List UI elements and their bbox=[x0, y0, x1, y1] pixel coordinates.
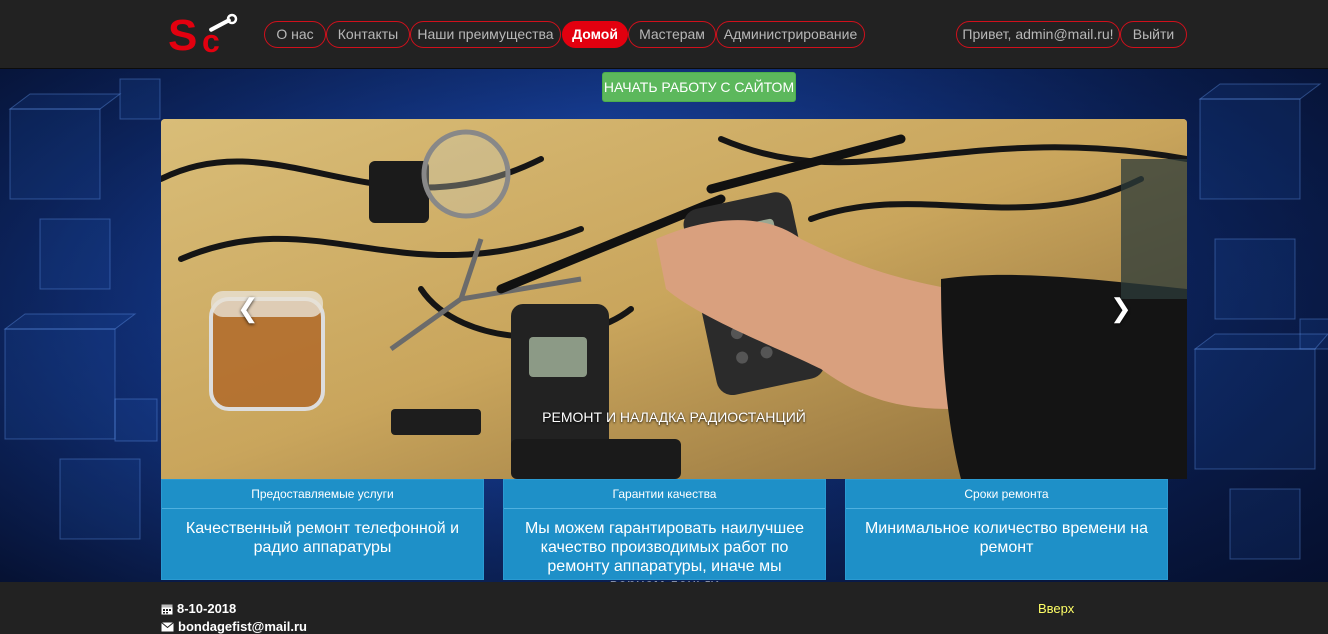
nav-masters[interactable]: Мастерам bbox=[628, 21, 716, 48]
scroll-up-link[interactable]: Вверх bbox=[1038, 601, 1074, 616]
feature-title: Гарантии качества bbox=[504, 480, 825, 509]
feature-box-quality: Гарантии качества Мы можем гарантировать… bbox=[503, 479, 826, 594]
carousel-next-button[interactable]: ❯ bbox=[1110, 295, 1132, 321]
site-logo[interactable]: S c bbox=[168, 11, 242, 60]
nav-about[interactable]: О нас bbox=[264, 21, 326, 48]
slide-photo bbox=[161, 119, 1187, 479]
chevron-right-icon: ❯ bbox=[1110, 293, 1132, 323]
feature-text: Качественный ремонт телефонной и радио а… bbox=[185, 520, 460, 556]
logo-s-glyph: S bbox=[168, 12, 197, 56]
page-footer: 8-10-2018 bondagefist@mail.ru Вверх bbox=[0, 582, 1328, 634]
calendar-icon bbox=[161, 604, 173, 614]
footer-email: bondagefist@mail.ru bbox=[161, 619, 307, 634]
slide-caption: РЕМОНТ И НАЛАДКА РАДИОСТАНЦИЙ bbox=[542, 409, 806, 425]
feature-title: Предоставляемые услуги bbox=[162, 480, 483, 509]
feature-box-services: Предоставляемые услуги Качественный ремо… bbox=[161, 479, 484, 580]
feature-text: Минимальное количество времени на ремонт bbox=[864, 520, 1149, 556]
nav-advantages[interactable]: Наши преимущества bbox=[410, 21, 561, 48]
start-work-button[interactable]: НАЧАТЬ РАБОТУ С САЙТОМ bbox=[602, 72, 796, 102]
envelope-icon bbox=[161, 621, 174, 631]
logout-button[interactable]: Выйти bbox=[1120, 21, 1187, 48]
top-navbar: S c О нас Контакты Наши преимущества Дом… bbox=[0, 0, 1328, 69]
carousel-prev-button[interactable]: ❮ bbox=[237, 295, 259, 321]
nav-administration[interactable]: Администрирование bbox=[716, 21, 865, 48]
chevron-left-icon: ❮ bbox=[237, 293, 259, 323]
footer-date-text: 8-10-2018 bbox=[177, 601, 237, 616]
feature-box-timing: Сроки ремонта Минимальное количество вре… bbox=[845, 479, 1168, 580]
nav-contacts[interactable]: Контакты bbox=[326, 21, 410, 48]
footer-email-text[interactable]: bondagefist@mail.ru bbox=[178, 619, 307, 634]
image-carousel: ❮ ❯ РЕМОНТ И НАЛАДКА РАДИОСТАНЦИЙ bbox=[161, 119, 1187, 479]
footer-date: 8-10-2018 bbox=[161, 601, 236, 616]
feature-title: Сроки ремонта bbox=[846, 480, 1167, 509]
nav-home[interactable]: Домой bbox=[562, 21, 628, 48]
user-greeting[interactable]: Привет, admin@mail.ru! bbox=[956, 21, 1120, 48]
